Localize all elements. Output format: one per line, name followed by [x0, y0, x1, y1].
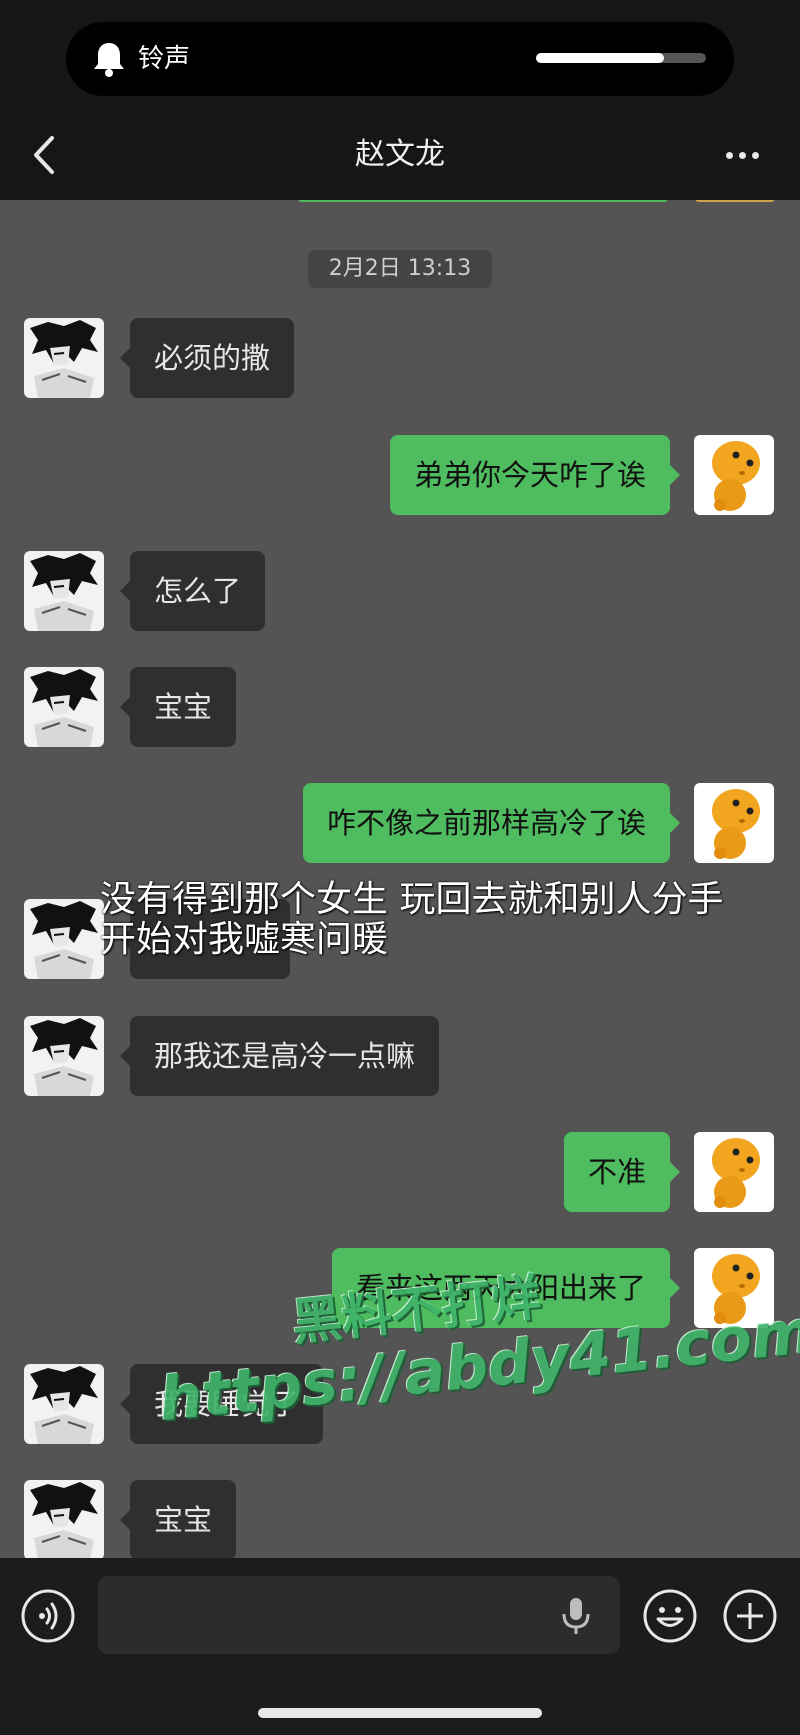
overlay-caption-line2: 开始对我嘘寒问暖: [100, 919, 389, 960]
contact-avatar[interactable]: [24, 551, 104, 631]
bell-icon: [94, 43, 124, 77]
plus-icon[interactable]: [722, 1588, 778, 1644]
message-list[interactable]: 2月2日 13:13 必须的撒 弟弟你今天咋了诶 怎么了 宝宝 咋不像之前那样高冷了诶那…: [0, 200, 800, 1558]
message-row: 不准: [0, 1130, 800, 1214]
received-message-bubble[interactable]: 必须的撒: [119, 318, 295, 398]
message-row: 那我还是高冷一点嘛: [0, 1014, 800, 1098]
received-message-bubble[interactable]: 那我还是高冷一点嘛: [119, 1016, 440, 1096]
message-row: 宝宝: [0, 1478, 800, 1558]
message-row: 必须的撒: [0, 316, 800, 400]
top-bar: 铃声 赵文龙: [0, 0, 800, 200]
overlay-caption: 没有得到那个女生 玩回去就和别人分手 开始对我嘘寒问暖: [100, 880, 780, 960]
previous-message-avatar: [695, 200, 775, 202]
sent-message-bubble[interactable]: 不准: [563, 1132, 681, 1212]
volume-bar-fill: [536, 53, 664, 63]
contact-avatar[interactable]: [24, 1480, 104, 1558]
my-avatar[interactable]: [694, 1132, 774, 1212]
received-message-bubble[interactable]: 怎么了: [119, 551, 266, 631]
message-row: 怎么了: [0, 549, 800, 633]
sent-message-bubble[interactable]: 弟弟你今天咋了诶: [389, 435, 681, 515]
sent-message-bubble[interactable]: 咋不像之前那样高冷了诶: [302, 783, 681, 863]
contact-avatar[interactable]: [24, 667, 104, 747]
ellipsis-icon[interactable]: [718, 140, 768, 170]
received-message-bubble[interactable]: 宝宝: [119, 1480, 237, 1558]
volume-bar: [536, 53, 706, 63]
contact-avatar[interactable]: [24, 318, 104, 398]
message-row: 宝宝: [0, 665, 800, 749]
ringer-label: 铃声: [138, 44, 191, 74]
home-indicator[interactable]: [258, 1708, 542, 1718]
mic-icon[interactable]: [558, 1596, 594, 1636]
message-row: 咋不像之前那样高冷了诶: [0, 781, 800, 865]
contact-avatar[interactable]: [24, 899, 104, 979]
chat-screen: 铃声 赵文龙 2月2日 13:13 必须的撒 弟弟你今天咋了诶 怎么了 宝宝 咋不像之前…: [0, 0, 800, 1735]
message-input[interactable]: [98, 1576, 620, 1654]
voice-icon[interactable]: [20, 1588, 76, 1644]
input-bar: [0, 1558, 800, 1735]
timestamp: 2月2日 13:13: [308, 250, 492, 288]
overlay-caption-line1: 没有得到那个女生 玩回去就和别人分手: [100, 879, 724, 920]
ringer-notification: 铃声: [66, 22, 734, 96]
emoji-icon[interactable]: [642, 1588, 698, 1644]
chat-title: 赵文龙: [355, 137, 445, 172]
my-avatar[interactable]: [694, 435, 774, 515]
message-row: 弟弟你今天咋了诶: [0, 433, 800, 517]
contact-avatar[interactable]: [24, 1364, 104, 1444]
previous-message-bubble: [298, 200, 668, 202]
contact-avatar[interactable]: [24, 1016, 104, 1096]
my-avatar[interactable]: [694, 783, 774, 863]
chevron-left-icon[interactable]: [24, 130, 64, 180]
received-message-bubble[interactable]: 宝宝: [119, 667, 237, 747]
